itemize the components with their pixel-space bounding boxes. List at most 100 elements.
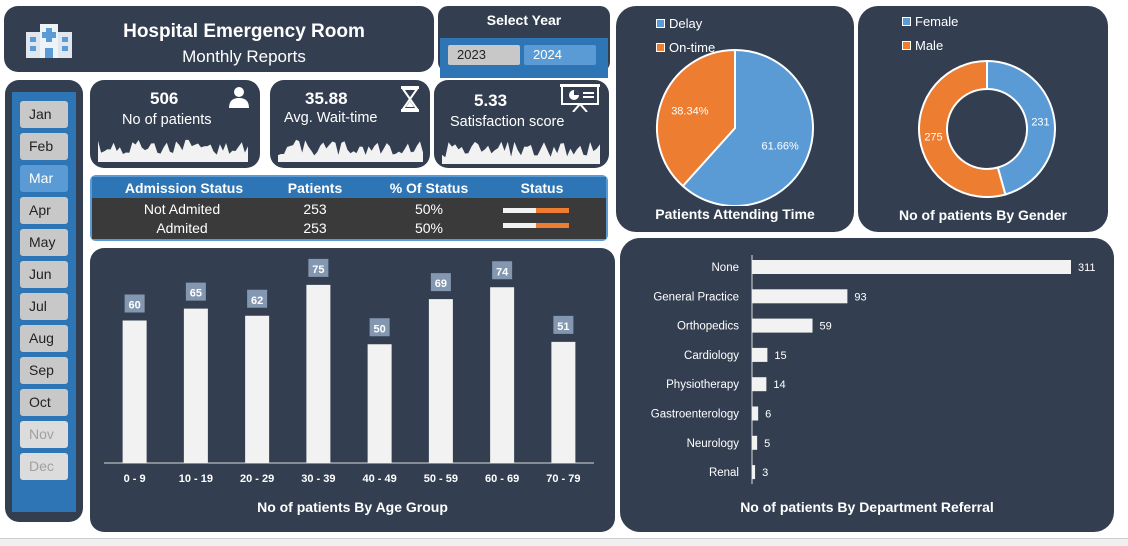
kpi-wait-label: Avg. Wait-time (284, 110, 378, 126)
dashboard-subtitle: Monthly Reports (182, 47, 306, 66)
x-tick-label: 60 - 69 (485, 473, 519, 485)
age-bar (551, 341, 576, 463)
x-tick-label: 50 - 59 (424, 473, 458, 485)
column-header-status-bar: Status (520, 180, 564, 196)
month-button-may[interactable]: May (20, 229, 68, 256)
data-label: 5 (764, 438, 770, 450)
month-button-jan[interactable]: Jan (20, 101, 68, 128)
slice-label: 61.66% (761, 140, 799, 152)
month-slicer: Jan Feb Mar Apr May Jun Jul Aug Sep Oct Nov Dec (12, 92, 76, 512)
kpi-satisfaction-sparkline (442, 141, 600, 164)
year-selector: Select Year 2023 2024 (438, 6, 610, 78)
data-label: 311 (1078, 262, 1096, 274)
data-label: 6 (765, 409, 771, 421)
data-label: 74 (496, 266, 509, 278)
kpi-satisfaction-value: 5.33 (474, 91, 508, 110)
kpi-patients-sparkline (98, 139, 248, 162)
data-label: 3 (762, 467, 768, 479)
age-bar (367, 344, 392, 463)
year-slicer: 2023 2024 (440, 38, 608, 78)
department-referral-chart: None 311 General Practice 93 Orthopedics 59 Ca… (651, 255, 1096, 485)
month-button-nov[interactable]: Nov (20, 421, 68, 448)
month-button-apr[interactable]: Apr (20, 197, 68, 224)
table-header: Admission Status Patients % Of Status St… (92, 177, 606, 198)
table-body: Not Admited 253 50% Admited 253 50% (92, 198, 606, 239)
title-panel: Hospital Emergency Room Monthly Reports (4, 6, 434, 72)
gender-chart-panel: Female Male 231 275 No of patients By Gen… (858, 6, 1108, 232)
column-header-status: Admission Status (124, 180, 244, 196)
age-group-chart: 60 0 - 9 65 10 - 19 62 20 - 29 75 30 - 39 50 40 -… (104, 258, 594, 485)
dept-bar (752, 377, 767, 392)
age-chart-title: No of patients By Age Group (257, 499, 448, 515)
gender-donut: 231 275 (918, 59, 1056, 198)
x-tick-label: 30 - 39 (301, 473, 335, 485)
slice-label: 38.34% (671, 106, 709, 118)
hourglass-icon (401, 86, 419, 112)
dept-bar (752, 318, 813, 333)
data-label: 93 (854, 291, 866, 303)
kpi-card-wait-time: 35.88 Avg. Wait-time (270, 80, 430, 168)
row-percent: 50% (414, 220, 444, 236)
kpi-patients-value: 506 (150, 89, 179, 108)
data-label: 59 (820, 321, 832, 333)
month-button-jun[interactable]: Jun (20, 261, 68, 288)
kpi-wait-value: 35.88 (305, 89, 348, 108)
data-label: 15 (774, 350, 786, 362)
row-status: Not Admited (143, 201, 221, 217)
month-button-dec[interactable]: Dec (20, 453, 68, 480)
slice-label: 275 (924, 131, 942, 143)
month-selector: Jan Feb Mar Apr May Jun Jul Aug Sep Oct Nov Dec (5, 80, 83, 522)
dept-bar (752, 260, 1071, 274)
x-tick-label: 40 - 49 (363, 473, 397, 485)
dept-bar (752, 435, 758, 450)
data-label: 65 (190, 288, 202, 300)
year-button-2024[interactable]: 2024 (524, 45, 596, 65)
column-header-patients: Patients (287, 180, 343, 196)
pie-chart-title: Patients Attending Time (655, 206, 815, 222)
kpi-patients-label: No of patients (122, 112, 212, 128)
dept-bar (752, 289, 848, 304)
department-referral-chart-panel: None 311 General Practice 93 Orthopedics 59 Ca… (620, 238, 1114, 532)
age-bar (490, 287, 515, 463)
presentation-board-icon (560, 84, 600, 112)
month-button-jul[interactable]: Jul (20, 293, 68, 320)
y-tick-label: Neurology (687, 438, 740, 450)
row-patients: 253 (303, 220, 327, 236)
age-bar (245, 315, 270, 463)
dashboard-title: Hospital Emergency Room (123, 21, 365, 42)
x-tick-label: 0 - 9 (124, 473, 146, 485)
dept-chart-title: No of patients By Department Referral (740, 499, 994, 515)
month-button-aug[interactable]: Aug (20, 325, 68, 352)
data-label: 50 (374, 323, 386, 335)
data-label: 51 (557, 321, 569, 333)
row-patients: 253 (303, 201, 327, 217)
kpi-card-patients: 506 No of patients (90, 80, 260, 168)
age-bar (306, 284, 331, 463)
kpi-card-satisfaction: 5.33 Satisfaction score (434, 80, 609, 168)
month-button-feb[interactable]: Feb (20, 133, 68, 160)
kpi-satisfaction-label: Satisfaction score (450, 114, 565, 130)
age-bar (428, 299, 453, 463)
y-tick-label: Gastroenterology (651, 409, 739, 421)
status-progress-bar (503, 223, 569, 228)
dept-bar (752, 347, 768, 362)
data-label: 69 (435, 278, 447, 290)
kpi-wait-sparkline (278, 139, 423, 162)
y-tick-label: Renal (709, 467, 739, 479)
row-percent: 50% (414, 201, 444, 217)
slice-label: 231 (1031, 117, 1049, 129)
age-bar (122, 320, 147, 463)
month-button-sep[interactable]: Sep (20, 357, 68, 384)
y-tick-label: None (712, 262, 740, 274)
column-header-percent: % Of Status (389, 180, 469, 196)
year-button-2023[interactable]: 2023 (448, 45, 520, 65)
data-label: 14 (773, 379, 785, 391)
month-button-mar[interactable]: Mar (20, 165, 68, 192)
age-bar (183, 308, 208, 463)
dept-bar (752, 406, 759, 421)
donut-chart-title: No of patients By Gender (898, 207, 1068, 223)
admission-status-table: Admission Status Patients % Of Status St… (90, 175, 608, 241)
y-tick-label: Physiotherapy (666, 379, 739, 391)
x-tick-label: 70 - 79 (546, 473, 580, 485)
month-button-oct[interactable]: Oct (20, 389, 68, 416)
